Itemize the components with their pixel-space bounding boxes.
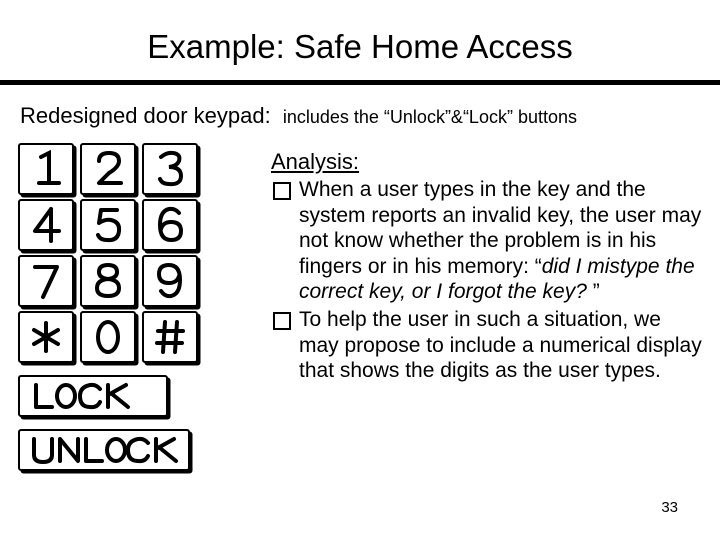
key-0[interactable] xyxy=(80,311,136,363)
keypad-grid xyxy=(18,143,233,363)
keypad-column xyxy=(18,139,233,471)
key-hash[interactable] xyxy=(142,311,198,363)
key-2[interactable] xyxy=(80,143,136,195)
key-star[interactable] xyxy=(18,311,74,363)
analysis-bullet: When a user types in the key and the sys… xyxy=(271,177,702,305)
key-1[interactable] xyxy=(18,143,74,195)
lock-button[interactable] xyxy=(18,375,168,417)
key-3[interactable] xyxy=(142,143,198,195)
subtitle-note: includes the “Unlock”&“Lock” buttons xyxy=(277,107,577,127)
analysis-heading: Analysis: xyxy=(271,149,702,175)
analysis-column: Analysis: When a user types in the key a… xyxy=(233,139,702,386)
analysis-bullet: To help the user in such a situation, we… xyxy=(271,307,702,384)
slide-title: Example: Safe Home Access xyxy=(0,0,720,80)
key-9[interactable] xyxy=(142,255,198,307)
subtitle-row: Redesigned door keypad: includes the “Un… xyxy=(0,85,720,139)
page-number: 33 xyxy=(661,499,678,516)
key-5[interactable] xyxy=(80,199,136,251)
analysis-list: When a user types in the key and the sys… xyxy=(271,177,702,384)
key-4[interactable] xyxy=(18,199,74,251)
bullet-text-post: ” xyxy=(587,280,600,303)
bullet-text-pre: To help the user in such a situation, we… xyxy=(299,308,702,382)
key-6[interactable] xyxy=(142,199,198,251)
unlock-button[interactable] xyxy=(18,429,190,471)
content-area: Analysis: When a user types in the key a… xyxy=(0,139,720,471)
key-8[interactable] xyxy=(80,255,136,307)
subtitle-text: Redesigned door keypad: xyxy=(20,103,271,128)
key-7[interactable] xyxy=(18,255,74,307)
